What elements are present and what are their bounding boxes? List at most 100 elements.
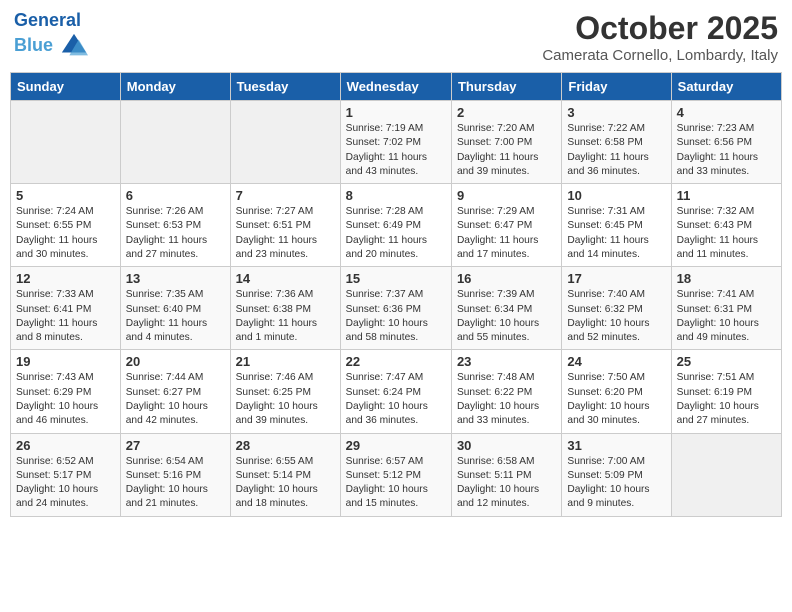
day-number: 8 (346, 188, 446, 203)
day-number: 4 (677, 105, 776, 120)
cell-content: Sunrise: 7:31 AM Sunset: 6:45 PM Dayligh… (567, 205, 665, 262)
calendar-cell: 24 Sunrise: 7:50 AM Sunset: 6:20 PM Dayli… (562, 350, 671, 433)
day-number: 5 (16, 188, 115, 203)
cell-content: Sunrise: 7:00 AM Sunset: 5:09 PM Dayligh… (567, 455, 665, 512)
calendar-cell: 13 Sunrise: 7:35 AM Sunset: 6:40 PM Dayli… (120, 267, 230, 350)
day-number: 12 (16, 271, 115, 286)
day-number: 3 (567, 105, 665, 120)
logo-text2: Blue (14, 32, 88, 60)
day-number: 23 (457, 354, 556, 369)
cell-content: Sunrise: 7:29 AM Sunset: 6:47 PM Dayligh… (457, 205, 556, 262)
calendar-cell: 26Sunrise: 6:52 AM Sunset: 5:17 PM Dayli… (11, 433, 121, 516)
cell-content: Sunrise: 7:39 AM Sunset: 6:34 PM Dayligh… (457, 288, 556, 345)
calendar-cell: 28 Sunrise: 6:55 AM Sunset: 5:14 PM Dayli… (230, 433, 340, 516)
cell-content: Sunrise: 7:47 AM Sunset: 6:24 PM Dayligh… (346, 371, 446, 428)
day-number: 29 (346, 438, 446, 453)
day-number: 18 (677, 271, 776, 286)
cell-content: Sunrise: 7:26 AM Sunset: 6:53 PM Dayligh… (126, 205, 225, 262)
calendar-cell: 22 Sunrise: 7:47 AM Sunset: 6:24 PM Dayli… (340, 350, 451, 433)
logo-text: General (14, 10, 88, 32)
calendar-cell (671, 433, 781, 516)
calendar-cell: 18 Sunrise: 7:41 AM Sunset: 6:31 PM Dayli… (671, 267, 781, 350)
weekday-header-tuesday: Tuesday (230, 73, 340, 101)
day-number: 9 (457, 188, 556, 203)
weekday-header-monday: Monday (120, 73, 230, 101)
calendar-cell (230, 101, 340, 184)
calendar-cell: 3 Sunrise: 7:22 AM Sunset: 6:58 PM Daylig… (562, 101, 671, 184)
calendar-cell: 21 Sunrise: 7:46 AM Sunset: 6:25 PM Dayli… (230, 350, 340, 433)
weekday-header-friday: Friday (562, 73, 671, 101)
cell-content: Sunrise: 6:54 AM Sunset: 5:16 PM Dayligh… (126, 455, 225, 512)
day-number: 21 (236, 354, 335, 369)
cell-content: Sunrise: 7:28 AM Sunset: 6:49 PM Dayligh… (346, 205, 446, 262)
calendar-cell: 6 Sunrise: 7:26 AM Sunset: 6:53 PM Daylig… (120, 184, 230, 267)
day-number: 2 (457, 105, 556, 120)
cell-content: Sunrise: 7:32 AM Sunset: 6:43 PM Dayligh… (677, 205, 776, 262)
calendar-cell: 19 Sunrise: 7:43 AM Sunset: 6:29 PM Dayli… (11, 350, 121, 433)
calendar-cell: 12 Sunrise: 7:33 AM Sunset: 6:41 PM Dayli… (11, 267, 121, 350)
cell-content: Sunrise: 7:51 AM Sunset: 6:19 PM Dayligh… (677, 371, 776, 428)
calendar-cell: 15 Sunrise: 7:37 AM Sunset: 6:36 PM Dayli… (340, 267, 451, 350)
calendar-cell: 27Sunrise: 6:54 AM Sunset: 5:16 PM Dayli… (120, 433, 230, 516)
calendar-cell: 31 Sunrise: 7:00 AM Sunset: 5:09 PM Dayli… (562, 433, 671, 516)
calendar-cell: 10 Sunrise: 7:31 AM Sunset: 6:45 PM Dayli… (562, 184, 671, 267)
calendar-cell: 14 Sunrise: 7:36 AM Sunset: 6:38 PM Dayli… (230, 267, 340, 350)
cell-content: Sunrise: 7:24 AM Sunset: 6:55 PM Dayligh… (16, 205, 115, 262)
logo: General Blue (14, 10, 88, 60)
day-number: 16 (457, 271, 556, 286)
day-number: 14 (236, 271, 335, 286)
cell-content: Sunrise: 7:41 AM Sunset: 6:31 PM Dayligh… (677, 288, 776, 345)
week-row-1: 1 Sunrise: 7:19 AM Sunset: 7:02 PM Daylig… (11, 101, 782, 184)
day-number: 15 (346, 271, 446, 286)
weekday-header-row: SundayMondayTuesdayWednesdayThursdayFrid… (11, 73, 782, 101)
day-number: 24 (567, 354, 665, 369)
day-number: 6 (126, 188, 225, 203)
day-number: 28 (236, 438, 335, 453)
day-number: 10 (567, 188, 665, 203)
calendar-cell: 20 Sunrise: 7:44 AM Sunset: 6:27 PM Dayli… (120, 350, 230, 433)
cell-content: Sunrise: 7:50 AM Sunset: 6:20 PM Dayligh… (567, 371, 665, 428)
cell-content: Sunrise: 6:55 AM Sunset: 5:14 PM Dayligh… (236, 455, 335, 512)
calendar-cell: 30Sunrise: 6:58 AM Sunset: 5:11 PM Dayli… (451, 433, 561, 516)
cell-content: Sunrise: 7:35 AM Sunset: 6:40 PM Dayligh… (126, 288, 225, 345)
calendar-cell: 4 Sunrise: 7:23 AM Sunset: 6:56 PM Daylig… (671, 101, 781, 184)
cell-content: Sunrise: 7:37 AM Sunset: 6:36 PM Dayligh… (346, 288, 446, 345)
calendar-table: SundayMondayTuesdayWednesdayThursdayFrid… (10, 72, 782, 517)
day-number: 31 (567, 438, 665, 453)
calendar-cell: 5 Sunrise: 7:24 AM Sunset: 6:55 PM Daylig… (11, 184, 121, 267)
day-number: 11 (677, 188, 776, 203)
day-number: 17 (567, 271, 665, 286)
day-number: 20 (126, 354, 225, 369)
cell-content: Sunrise: 7:20 AM Sunset: 7:00 PM Dayligh… (457, 122, 556, 179)
day-number: 7 (236, 188, 335, 203)
page-header: General Blue October 2025 Camerata Corne… (10, 10, 782, 64)
day-number: 1 (346, 105, 446, 120)
cell-content: Sunrise: 7:27 AM Sunset: 6:51 PM Dayligh… (236, 205, 335, 262)
title-block: October 2025 Camerata Cornello, Lombardy… (542, 10, 778, 64)
location-title: Camerata Cornello, Lombardy, Italy (542, 47, 778, 64)
week-row-3: 12 Sunrise: 7:33 AM Sunset: 6:41 PM Dayli… (11, 267, 782, 350)
cell-content: Sunrise: 7:36 AM Sunset: 6:38 PM Dayligh… (236, 288, 335, 345)
cell-content: Sunrise: 7:23 AM Sunset: 6:56 PM Dayligh… (677, 122, 776, 179)
day-number: 22 (346, 354, 446, 369)
logo-icon (60, 32, 88, 60)
calendar-cell: 11 Sunrise: 7:32 AM Sunset: 6:43 PM Dayli… (671, 184, 781, 267)
calendar-cell: 16 Sunrise: 7:39 AM Sunset: 6:34 PM Dayli… (451, 267, 561, 350)
calendar-cell: 2 Sunrise: 7:20 AM Sunset: 7:00 PM Daylig… (451, 101, 561, 184)
day-number: 25 (677, 354, 776, 369)
cell-content: Sunrise: 7:33 AM Sunset: 6:41 PM Dayligh… (16, 288, 115, 345)
weekday-header-wednesday: Wednesday (340, 73, 451, 101)
day-number: 19 (16, 354, 115, 369)
day-number: 13 (126, 271, 225, 286)
weekday-header-thursday: Thursday (451, 73, 561, 101)
cell-content: Sunrise: 7:48 AM Sunset: 6:22 PM Dayligh… (457, 371, 556, 428)
day-number: 26 (16, 438, 115, 453)
calendar-cell: 17 Sunrise: 7:40 AM Sunset: 6:32 PM Dayli… (562, 267, 671, 350)
week-row-4: 19 Sunrise: 7:43 AM Sunset: 6:29 PM Dayli… (11, 350, 782, 433)
cell-content: Sunrise: 7:44 AM Sunset: 6:27 PM Dayligh… (126, 371, 225, 428)
cell-content: Sunrise: 7:40 AM Sunset: 6:32 PM Dayligh… (567, 288, 665, 345)
cell-content: Sunrise: 7:19 AM Sunset: 7:02 PM Dayligh… (346, 122, 446, 179)
cell-content: Sunrise: 7:43 AM Sunset: 6:29 PM Dayligh… (16, 371, 115, 428)
cell-content: Sunrise: 7:46 AM Sunset: 6:25 PM Dayligh… (236, 371, 335, 428)
cell-content: Sunrise: 7:22 AM Sunset: 6:58 PM Dayligh… (567, 122, 665, 179)
